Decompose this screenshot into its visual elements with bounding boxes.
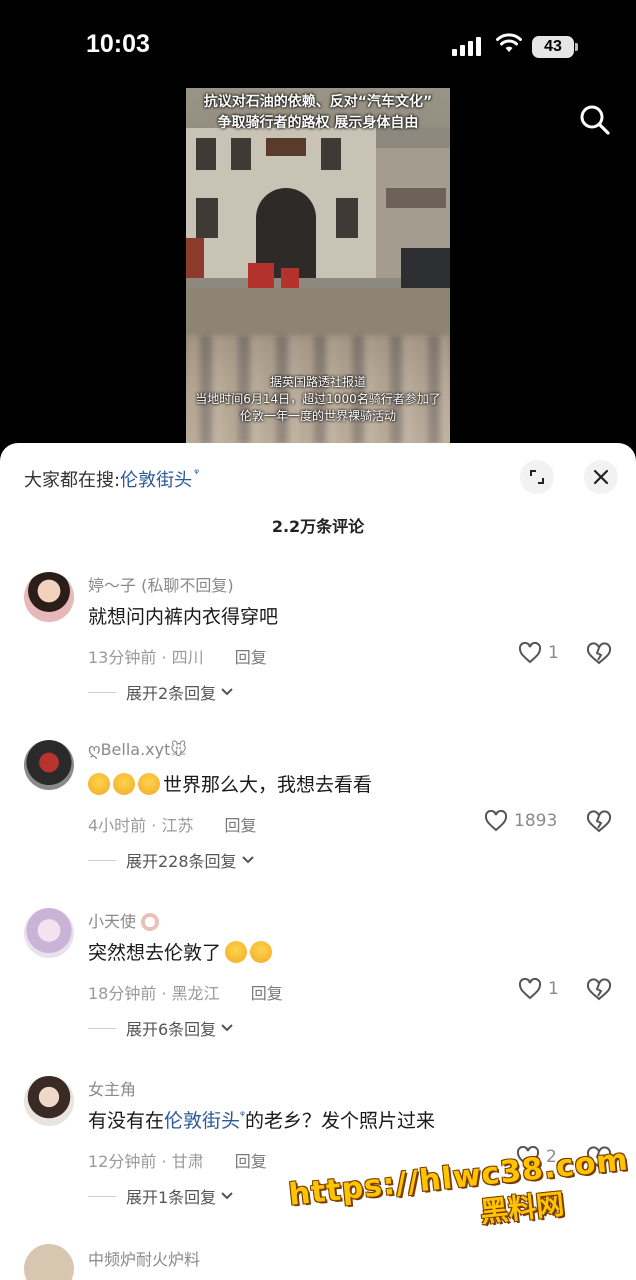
caption-line: 抗议对石油的依赖、反对“汽车文化” [203,94,433,110]
comment-time-location: 12分钟前 · 甘肃 [88,1152,204,1171]
comment-text: 就想问内裤内衣得穿吧 [88,606,279,628]
heart-icon [518,978,542,1000]
close-icon [593,469,609,485]
caption-line: 伦敦一年一度的世界裸骑活动 [239,409,396,423]
expand-replies-label: 展开2条回复 [126,684,217,703]
badge-emoji-icon [141,913,160,931]
heart-icon [518,642,542,664]
expand-icon [530,470,544,484]
trending-search-prefix: 大家都在搜: [24,470,121,491]
comment-meta: 13分钟前 · 四川 回复 [88,644,267,668]
status-bar: 10:03 43 [0,0,636,90]
comment-text: 世界那么大，我想去看看 [88,770,372,797]
like-count: 1 [548,643,559,663]
comment-text-body: 世界那么大，我想去看看 [163,774,373,796]
video-caption-top: 抗议对石油的依赖、反对“汽车文化” 争取骑行者的路权 展示身体自由 [186,92,450,134]
cellular-signal-icon [452,36,481,56]
expand-button[interactable] [520,460,554,494]
status-time: 10:03 [86,30,150,58]
thinking-emoji-icon [225,941,248,963]
comment-meta: 4小时前 · 江苏 回复 [88,812,257,836]
divider-dash [88,691,116,693]
chevron-down-icon [221,1192,233,1200]
avatar[interactable] [24,572,74,622]
comment-text-before: 有没有在 [88,1110,165,1132]
reply-button[interactable]: 回复 [251,984,283,1003]
like-count: 1893 [514,811,558,831]
wifi-icon [496,33,522,52]
heart-icon [484,810,508,832]
comment-time-location: 4小时前 · 江苏 [88,816,194,835]
trending-search-bar[interactable]: 大家都在搜: 伦敦街头 ᵠ [24,466,199,492]
comment-username[interactable]: 中频炉耐火炉料 [88,1246,200,1270]
expand-replies-label: 展开228条回复 [126,852,237,871]
search-hint-icon: ᵠ [194,466,200,480]
crying-emoji-icon [138,773,160,795]
expand-replies[interactable]: 展开1条回复 [88,1184,234,1208]
avatar[interactable] [24,1076,74,1126]
close-button[interactable] [584,460,618,494]
battery-indicator: 43 [532,36,578,58]
expand-replies[interactable]: 展开6条回复 [88,1016,234,1040]
like-button[interactable]: 1 [518,642,559,664]
comment-item: 婷～子 (私聊不回复) 就想问内裤内衣得穿吧 13分钟前 · 四川 回复 1 展… [0,572,636,732]
video-caption-bottom: 据英国路透社报道 当地时间6月14日，超过1000名骑行者参加了 伦敦一年一度的… [186,374,450,425]
comment-time-location: 13分钟前 · 四川 [88,648,204,667]
comment-username[interactable]: ღBella.xyt🐭 [88,740,187,759]
broken-heart-icon[interactable] [586,978,612,1002]
thinking-emoji-icon [250,941,273,963]
reply-button[interactable]: 回复 [235,1152,267,1171]
like-button[interactable]: 1893 [484,810,557,832]
divider-dash [88,1027,116,1029]
video-frame-image [186,128,450,338]
comment-text-body: 突然想去伦敦了 [88,942,222,964]
caption-line: 当地时间6月14日，超过1000名骑行者参加了 [195,392,441,406]
chevron-down-icon [221,1024,233,1032]
crying-emoji-icon [113,773,135,795]
like-count: 1 [548,979,559,999]
broken-heart-icon[interactable] [586,642,612,666]
comment-text: 突然想去伦敦了 [88,938,275,965]
chevron-down-icon [241,856,254,864]
avatar[interactable] [24,908,74,958]
search-icon[interactable] [578,103,612,137]
comment-meta: 18分钟前 · 黑龙江 回复 [88,980,283,1004]
comment-text: 有没有在伦敦街头ᵠ的老乡？发个照片过来 [88,1106,435,1133]
expand-replies[interactable]: 展开228条回复 [88,848,255,872]
comment-username-text: 小天使 [88,912,137,931]
crying-emoji-icon [88,773,110,795]
comment-time-location: 18分钟前 · 黑龙江 [88,984,220,1003]
expand-replies-label: 展开6条回复 [126,1020,217,1039]
expand-replies[interactable]: 展开2条回复 [88,680,234,704]
reply-button[interactable]: 回复 [235,648,267,667]
search-hint-icon: ᵠ [240,1108,246,1122]
avatar[interactable] [24,1244,74,1280]
divider-dash [88,859,116,861]
divider-dash [88,1195,116,1197]
comment-text-after: 的老乡？发个照片过来 [245,1110,436,1132]
comment-username[interactable]: 女主角 [88,1076,136,1100]
comment-meta: 12分钟前 · 甘肃 回复 [88,1148,267,1172]
comment-search-link[interactable]: 伦敦街头 [164,1110,240,1132]
reply-button[interactable]: 回复 [225,816,257,835]
like-button[interactable]: 1 [518,978,559,1000]
chevron-down-icon [221,688,233,696]
comment-item: ღBella.xyt🐭 世界那么大，我想去看看 4小时前 · 江苏 回复 189… [0,740,636,900]
expand-replies-label: 展开1条回复 [126,1188,217,1207]
caption-line: 据英国路透社报道 [269,375,366,389]
avatar[interactable] [24,740,74,790]
video-player[interactable]: 抗议对石油的依赖、反对“汽车文化” 争取骑行者的路权 展示身体自由 据英国路透社… [186,88,450,444]
comment-count: 2.2万条评论 [271,517,365,536]
caption-line: 争取骑行者的路权 展示身体自由 [217,115,419,131]
comment-username[interactable]: 小天使 [88,908,162,932]
trending-search-keyword[interactable]: 伦敦街头 [120,466,192,492]
comment-username[interactable]: 婷～子 (私聊不回复) [88,572,234,596]
comment-item: 小天使 突然想去伦敦了 18分钟前 · 黑龙江 回复 1 展开6条回复 [0,908,636,1068]
broken-heart-icon[interactable] [586,810,612,834]
